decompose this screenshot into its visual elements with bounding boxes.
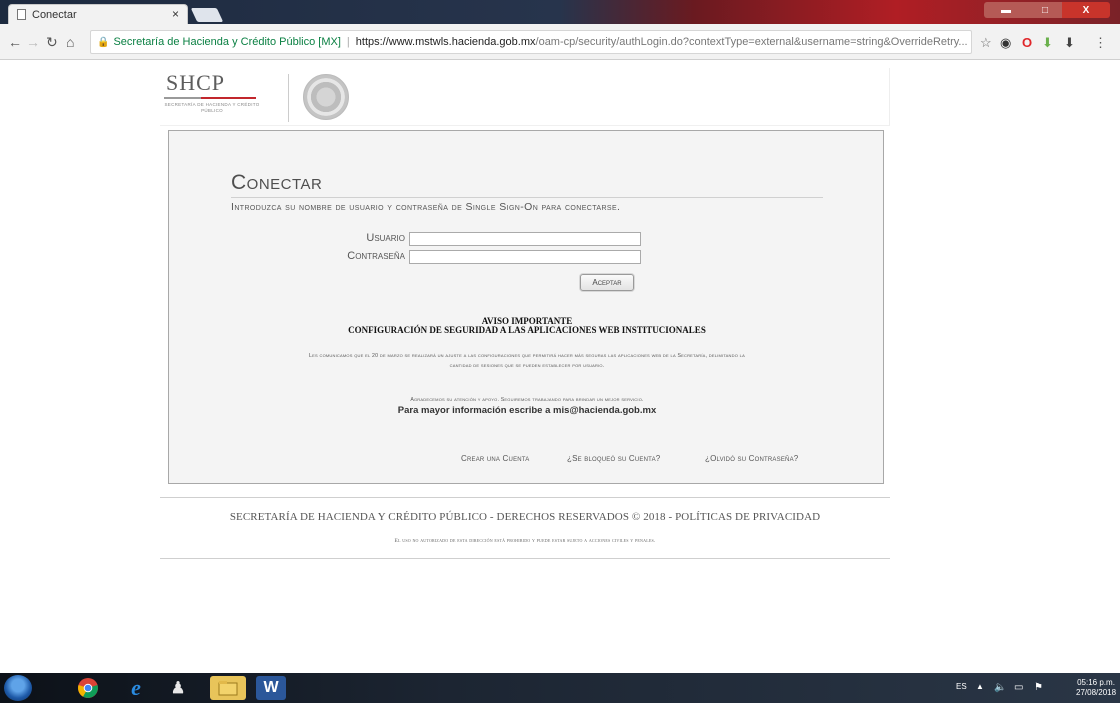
system-clock[interactable]: 05:16 p.m. 27/08/2018 [1076,678,1116,698]
extension-circle-icon[interactable]: ◉ [1000,35,1011,51]
show-hidden-icons[interactable]: ▲ [976,682,984,691]
chrome-taskbar-icon[interactable] [70,676,106,700]
notice-subheading: CONFIGURACIÓN DE SEGURIDAD A LAS APLICAC… [348,325,706,335]
logo-divider [288,74,289,122]
url-host: https://www.mstwls.hacienda.gob.mx [355,36,536,48]
reload-icon[interactable]: ↻ [46,34,58,51]
page-header: SHCP SECRETARÍA DE HACIENDA Y CRÉDITO PÚ… [160,68,890,126]
password-input[interactable] [409,250,641,264]
address-separator: | [346,36,350,48]
username-input[interactable] [409,232,641,246]
password-label: Contraseña [347,250,405,262]
word-taskbar-icon[interactable]: W [256,676,286,700]
back-icon[interactable]: ← [8,34,22,50]
forgot-password-link[interactable]: ¿Olvidó su Contraseña? [705,454,798,463]
taskbar: e ♟ W ES ▲ 🔈 ▭ ⚑ 05:16 p.m. 27/08/2018 [0,673,1120,703]
browser-toolbar: ← → ↻ ⌂ 🔒 Secretaría de Hacienda y Crédi… [0,24,1120,60]
logo-subtitle: SECRETARÍA DE HACIENDA Y CRÉDITO PÚBLICO [164,102,260,113]
accept-button[interactable]: Aceptar [580,274,634,291]
notice-thanks: Agradecemos su atención y apoyo. Seguire… [410,397,644,403]
app-taskbar-icon[interactable]: ♟ [160,676,196,700]
clock-date: 27/08/2018 [1076,688,1117,697]
close-window-button[interactable]: X [1062,2,1110,18]
page-icon [17,9,26,20]
footer-copyright[interactable]: SECRETARÍA DE HACIENDA Y CRÉDITO PÚBLICO… [160,511,890,523]
download-icon[interactable]: ⬇ [1064,35,1075,51]
footer-legal: El uso no autorizado de esta dirección e… [394,538,656,544]
logo-underline [164,97,256,99]
login-panel: Conectar Introduzca su nombre de usuario… [168,130,884,484]
national-seal-icon [303,74,349,120]
maximize-button[interactable]: □ [1028,2,1062,18]
network-icon[interactable]: ▭ [1014,682,1023,693]
title-divider [231,197,823,198]
footer-top-divider [160,497,890,498]
browser-titlebar: Conectar × ▬ □ X [0,0,1120,24]
username-label: Usuario [366,232,405,244]
logo-text: SHCP [166,70,226,95]
home-icon[interactable]: ⌂ [66,34,74,50]
clock-time: 05:16 p.m. [1077,678,1115,687]
download-green-icon[interactable]: ⬇ [1042,35,1053,51]
opera-extension-icon[interactable]: O [1022,35,1032,50]
login-instructions: Introduzca su nombre de usuario y contra… [231,201,621,213]
page-title: Conectar [231,171,323,194]
tab-conectar[interactable]: Conectar × [8,4,188,24]
start-button[interactable] [4,675,32,701]
bookmark-star-icon[interactable]: ☆ [980,35,992,51]
internet-explorer-icon[interactable]: e [118,675,154,700]
address-bar[interactable]: 🔒 Secretaría de Hacienda y Crédito Públi… [90,30,972,54]
new-tab-button[interactable] [190,8,224,22]
tab-close-icon[interactable]: × [172,7,179,21]
volume-icon[interactable]: 🔈 [994,682,1006,693]
locked-account-link[interactable]: ¿Se bloqueó su Cuenta? [567,454,660,463]
notice-contact: Para mayor información escribe a mis@hac… [397,405,657,416]
minimize-button[interactable]: ▬ [984,2,1028,18]
site-identity: Secretaría de Hacienda y Crédito Público… [113,36,341,48]
forward-icon[interactable]: → [26,34,40,50]
file-explorer-icon[interactable] [210,676,246,700]
action-center-flag-icon[interactable]: ⚑ [1034,682,1043,693]
notice-body: Les comunicamos que el 20 de marzo se re… [309,353,745,369]
tab-title: Conectar [32,8,77,21]
url-path: /oam-cp/security/authLogin.do?contextTyp… [535,36,968,48]
lock-icon: 🔒 [97,36,110,48]
language-indicator[interactable]: ES [956,682,967,691]
footer-bottom-divider [160,558,890,559]
menu-icon[interactable]: ⋮ [1094,35,1107,51]
shcp-logo: SHCP SECRETARÍA DE HACIENDA Y CRÉDITO PÚ… [164,70,284,114]
create-account-link[interactable]: Crear una Cuenta [461,454,529,463]
